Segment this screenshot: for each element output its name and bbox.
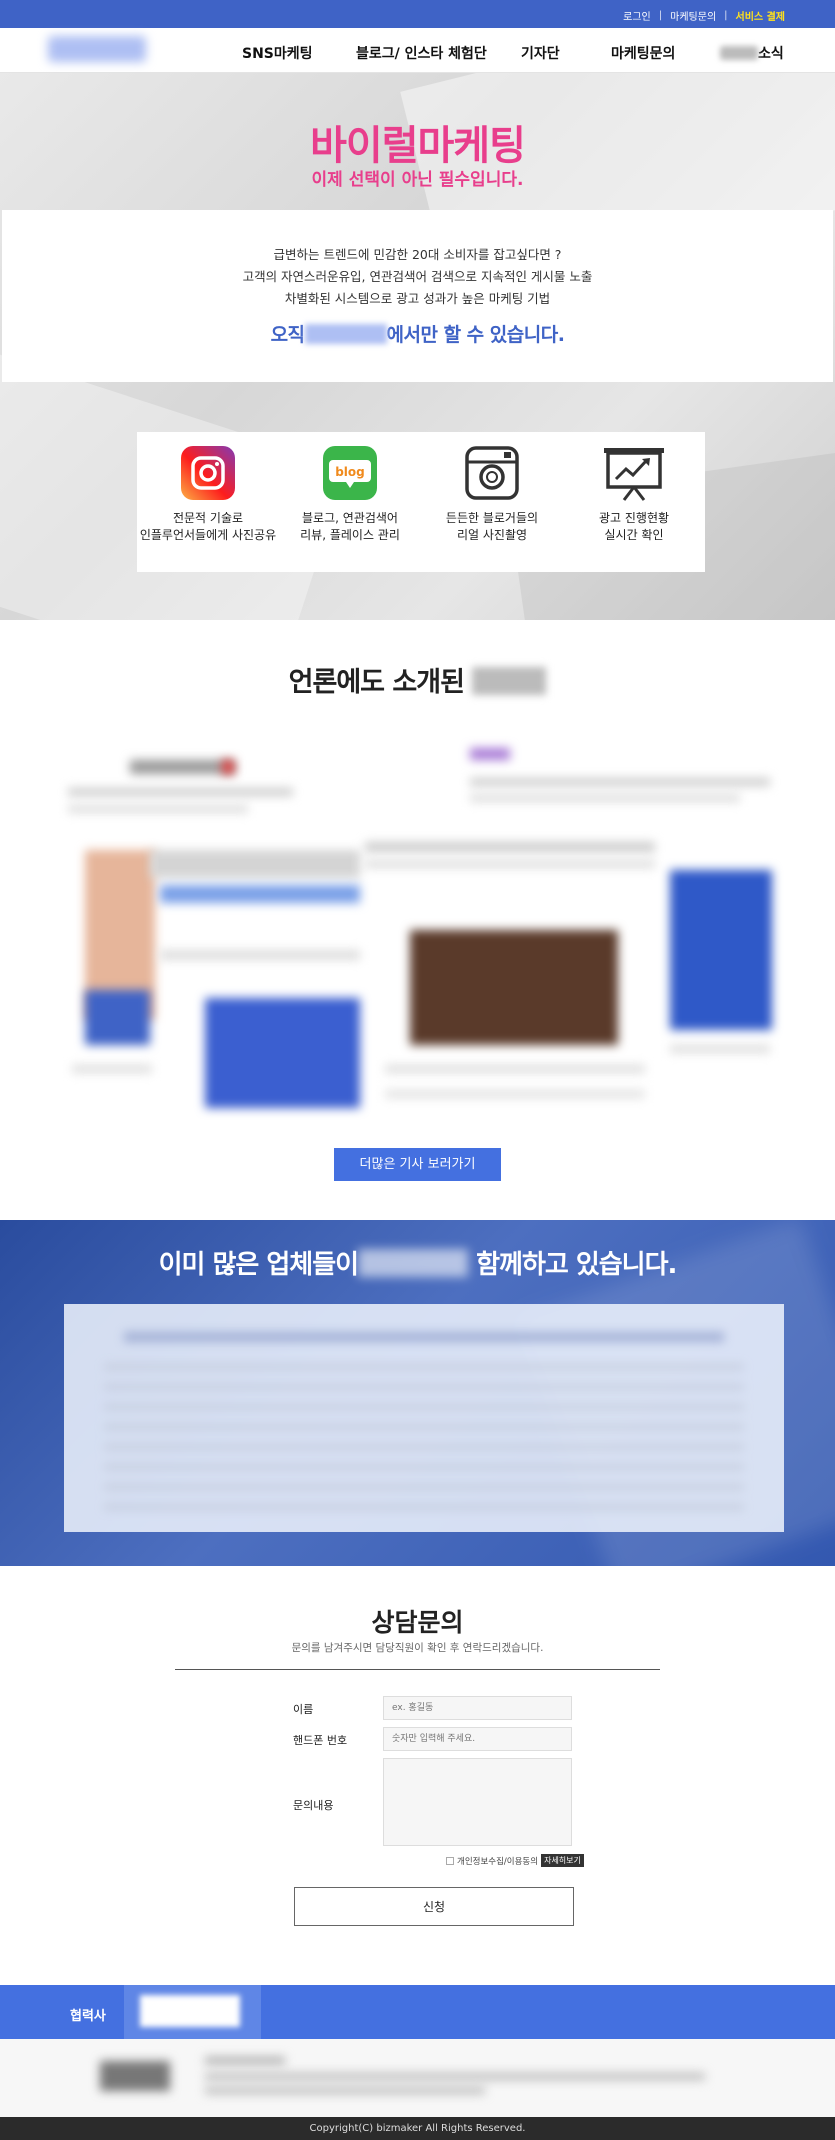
article-image [670, 870, 772, 1030]
service-payment-link[interactable]: 서비스 결제 [736, 8, 785, 23]
client-header-row [124, 1332, 724, 1342]
feature-line: 광고 진행현황 [598, 511, 670, 525]
separator: | [658, 10, 663, 21]
top-bar: 로그인 | 마케팅문의 | 서비스 결제 [0, 0, 835, 28]
feature-line: 실시간 확인 [604, 528, 664, 542]
article-text [670, 1045, 770, 1053]
main-nav: SNS마케팅 블로그/ 인스타 체험단 기자단 마케팅문의 소식 [0, 28, 835, 73]
consult-title: 상담문의 [371, 1608, 464, 1637]
feature-item: 든든한 블로거들의리얼 사진촬영 [421, 446, 563, 544]
press-articles-blurred [0, 720, 835, 1130]
more-articles-button[interactable]: 더많은 기사 보러가기 [334, 1148, 501, 1181]
feature-panel: 전문적 기술로인플루언서들에게 사진공유 blog 블로그, 연관검색어리뷰, … [137, 432, 705, 572]
agree-label: 개인정보수집/이용동의 [457, 1856, 539, 1867]
nav-reporters[interactable]: 기자단 [521, 43, 560, 63]
clients-list-blurred [64, 1304, 784, 1532]
phone-label: 핸드폰 번호 [293, 1734, 348, 1747]
feature-line: 블로그, 연관검색어 [302, 511, 398, 525]
partners-label: 협력사 [70, 2009, 106, 2024]
site-logo[interactable] [48, 36, 146, 62]
feature-item: 광고 진행현황실시간 확인 [563, 446, 705, 544]
agree-checkbox[interactable] [446, 1856, 454, 1865]
divider [175, 1669, 660, 1670]
article-logo [470, 748, 510, 760]
footer-text [205, 2087, 485, 2094]
blurred-brand [358, 1249, 469, 1277]
footer-text [205, 2073, 705, 2080]
blurred-brand [472, 667, 547, 695]
nav-sns-marketing[interactable]: SNS마케팅 [242, 43, 313, 63]
phone-input[interactable] [383, 1727, 572, 1751]
privacy-agree: 개인정보수집/이용동의 자세히보기 [446, 1854, 584, 1867]
article-text [470, 778, 770, 786]
camera-icon [465, 446, 519, 500]
footer-info [0, 2039, 835, 2117]
article-image [150, 850, 360, 878]
partner-logo[interactable] [124, 1985, 261, 2039]
hero-text-box: 급변하는 트렌드에 민감한 20대 소비자를 잡고싶다면 ? 고객의 자연스러운… [2, 210, 833, 382]
partner-logo-image [140, 1995, 240, 2027]
top-links: 로그인 | 마케팅문의 | 서비스 결제 [623, 8, 785, 23]
nav-blog-insta-review[interactable]: 블로그/ 인스타 체험단 [356, 43, 487, 63]
login-link[interactable]: 로그인 [623, 8, 651, 23]
blog-icon: blog [323, 446, 377, 500]
hero-title: 바이럴마케팅 [310, 123, 526, 169]
clients-title: 이미 많은 업체들이 함께하고 있습니다. [158, 1249, 677, 1280]
copyright: Copyright(C) bizmaker All Rights Reserve… [0, 2117, 835, 2140]
article-text [385, 1065, 645, 1073]
content-label: 문의내용 [293, 1799, 334, 1812]
blurred-brand [720, 46, 758, 60]
feature-line: 전문적 기술로 [172, 511, 244, 525]
footer-text [205, 2057, 285, 2064]
nav-news[interactable]: 소식 [720, 43, 784, 63]
hero-subtitle: 이제 선택이 아닌 필수입니다. [311, 170, 524, 190]
article-text [160, 950, 360, 960]
article-text [68, 805, 248, 813]
hero-line: 고객의 자연스러운유입, 연관검색어 검색으로 지속적인 게시물 노출 [242, 269, 593, 284]
name-label: 이름 [293, 1703, 314, 1716]
article-text [72, 1065, 152, 1073]
nav-marketing-inquiry[interactable]: 마케팅문의 [611, 43, 675, 63]
article-logo [222, 760, 234, 774]
inquiry-textarea[interactable] [383, 1758, 572, 1846]
blurred-brand [304, 324, 387, 344]
feature-line: 리뷰, 플레이스 관리 [300, 528, 400, 542]
feature-line: 인플루언서들에게 사진공유 [139, 528, 277, 542]
hero-line: 급변하는 트렌드에 민감한 20대 소비자를 잡고싶다면 ? [273, 247, 562, 262]
svg-text:blog: blog [335, 465, 365, 479]
footer-logo [100, 2061, 170, 2091]
presentation-chart-icon [604, 446, 664, 501]
hero-strong-text: 오직 에서만 할 수 있습니다. [270, 324, 565, 346]
hero-line: 차별화된 시스템으로 광고 성과가 높은 마케팅 기법 [284, 291, 551, 306]
article-text [68, 788, 293, 796]
submit-button[interactable]: 신청 [294, 1887, 574, 1926]
feature-item: 전문적 기술로인플루언서들에게 사진공유 [137, 446, 279, 544]
feature-item: blog 블로그, 연관검색어리뷰, 플레이스 관리 [279, 446, 421, 544]
article-text [385, 1090, 645, 1098]
instagram-icon [181, 446, 235, 500]
client-rows [104, 1364, 744, 1514]
article-image [205, 998, 360, 1108]
marketing-inquiry-link[interactable]: 마케팅문의 [670, 8, 716, 23]
privacy-view-button[interactable]: 자세히보기 [541, 1854, 584, 1867]
article-image [85, 990, 150, 1045]
hero-section: 바이럴마케팅 이제 선택이 아닌 필수입니다. 급변하는 트렌드에 민감한 20… [0, 73, 835, 620]
article-image [410, 930, 618, 1045]
article-text [365, 860, 655, 868]
consult-subtitle: 문의를 남겨주시면 담당직원이 확인 후 연락드리겠습니다. [291, 1642, 544, 1654]
article-image [160, 885, 360, 903]
press-title: 언론에도 소개된 [0, 660, 835, 699]
name-input[interactable] [383, 1696, 572, 1720]
clients-section: 이미 많은 업체들이 함께하고 있습니다. [0, 1220, 835, 1566]
article-logo [130, 760, 235, 774]
article-text [365, 842, 655, 852]
separator: | [724, 10, 728, 21]
feature-line: 리얼 사진촬영 [456, 528, 528, 542]
feature-line: 든든한 블로거들의 [445, 511, 539, 525]
article-text [470, 794, 740, 802]
